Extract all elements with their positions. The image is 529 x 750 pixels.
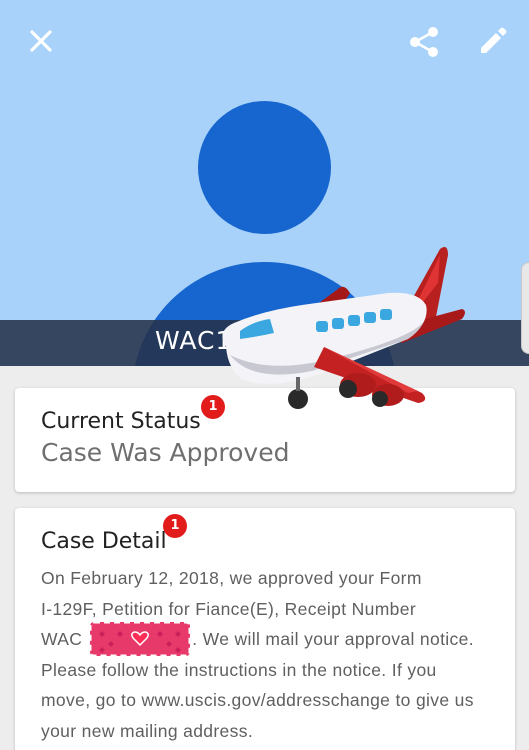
receipt-suffix: . We will mail your approval notice.: [192, 629, 474, 649]
avatar-head: [198, 101, 331, 234]
close-icon[interactable]: [26, 26, 56, 56]
share-icon[interactable]: [406, 24, 442, 60]
pencil-icon[interactable]: [476, 24, 510, 58]
detail-line: Please follow the instructions in the no…: [41, 659, 437, 680]
airplane-sticker: [222, 247, 465, 409]
detail-line: On February 12, 2018, we approved your F…: [41, 568, 422, 588]
case-detail-title: Case Detail: [41, 529, 167, 554]
current-status-title: Current Status: [41, 409, 201, 434]
receipt-prefix: WAC: [41, 629, 83, 649]
scroll-handle[interactable]: [521, 262, 529, 354]
heart-pattern-sticker: [88, 620, 192, 658]
detail-line: your new mailing address.: [41, 720, 254, 741]
detail-line: move, go to www.uscis.gov/addresschange …: [41, 690, 474, 710]
detail-badge: 1: [163, 514, 187, 538]
current-status-value: Case Was Approved: [41, 438, 290, 467]
